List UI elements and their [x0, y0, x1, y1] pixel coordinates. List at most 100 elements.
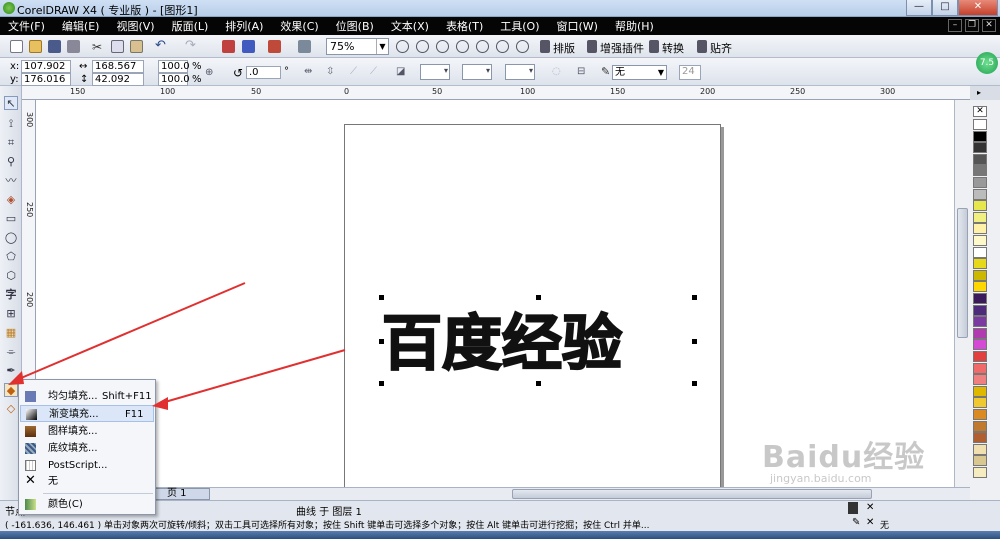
palette-swatch[interactable]: [973, 455, 987, 467]
menu-tools[interactable]: 工具(O): [500, 18, 539, 34]
paste-icon[interactable]: [130, 40, 143, 53]
convert-plugin-icon[interactable]: [649, 40, 659, 53]
menu-layout[interactable]: 版面(L): [172, 18, 209, 34]
drawing-canvas[interactable]: 百度经验: [36, 100, 954, 487]
selection-handle[interactable]: [379, 295, 384, 300]
crop-tool-icon[interactable]: ⌗: [4, 136, 18, 150]
doc-minimize-button[interactable]: –: [948, 19, 962, 32]
plugin-convert-label[interactable]: 转换: [662, 40, 684, 56]
selection-handle[interactable]: [379, 339, 384, 344]
menu-edit[interactable]: 编辑(E): [62, 18, 100, 34]
cut-icon[interactable]: ✂: [92, 40, 105, 54]
menu-window[interactable]: 窗口(W): [557, 18, 598, 34]
welcome-screen-icon[interactable]: [298, 40, 311, 53]
menu-view[interactable]: 视图(V): [116, 18, 154, 34]
artwork-text[interactable]: 百度经验: [381, 295, 623, 382]
outline-tool-icon[interactable]: ✒: [4, 364, 18, 378]
save-icon[interactable]: [48, 40, 61, 53]
palette-swatch[interactable]: [973, 119, 987, 130]
palette-swatch[interactable]: [973, 177, 987, 188]
no-color-swatch[interactable]: ✕: [973, 106, 987, 117]
menu-effects[interactable]: 效果(C): [280, 18, 318, 34]
print-icon[interactable]: [67, 40, 80, 53]
undo-icon[interactable]: ↶: [155, 38, 168, 53]
palette-swatch[interactable]: [973, 211, 987, 223]
height-field[interactable]: 42.092 mm: [92, 73, 144, 96]
enhance-plugin-icon[interactable]: [587, 40, 597, 53]
snap-plugin-icon[interactable]: [697, 40, 707, 53]
application-launcher-icon[interactable]: [268, 40, 281, 53]
palette-swatch[interactable]: [973, 327, 987, 339]
palette-swatch[interactable]: [973, 165, 987, 177]
mirror-vertical-icon[interactable]: ⇳: [326, 66, 334, 77]
palette-swatch[interactable]: [973, 235, 987, 246]
menu-item-postscript-fill[interactable]: PostScript...: [20, 457, 154, 474]
node-line-icon[interactable]: ⟋: [350, 66, 357, 77]
horizontal-scrollbar-thumb[interactable]: [512, 489, 872, 499]
palette-swatch[interactable]: [973, 443, 987, 455]
palette-swatch[interactable]: [973, 304, 987, 316]
rotation-field[interactable]: .0: [246, 66, 281, 79]
zoom-width-icon[interactable]: [496, 40, 509, 53]
table-tool-icon[interactable]: ⊞: [4, 307, 18, 321]
menu-file[interactable]: 文件(F): [8, 18, 45, 34]
palette-swatch[interactable]: [973, 153, 987, 165]
palette-swatch[interactable]: [973, 409, 987, 420]
blend-tool-icon[interactable]: ▦: [4, 326, 18, 340]
palette-swatch[interactable]: [973, 420, 987, 432]
menu-arrange[interactable]: 排列(A): [225, 18, 263, 34]
doc-restore-button[interactable]: ❐: [965, 19, 979, 32]
pick-tool-icon[interactable]: ↖: [4, 96, 18, 110]
doc-close-button[interactable]: ✕: [982, 19, 996, 32]
selection-handle[interactable]: [692, 381, 697, 386]
lock-ratio-icon[interactable]: ⊕: [205, 67, 213, 78]
maximize-button[interactable]: □: [932, 0, 958, 16]
menu-item-no-fill[interactable]: ✕ 无: [20, 473, 154, 490]
layout-plugin-icon[interactable]: [540, 40, 550, 53]
zoom-page-icon[interactable]: [476, 40, 489, 53]
x-position-field[interactable]: 107.902 mm: [21, 60, 71, 83]
selection-handle[interactable]: [536, 381, 541, 386]
font-size-field[interactable]: 24: [679, 65, 701, 80]
selection-handle[interactable]: [692, 295, 697, 300]
close-curve-icon[interactable]: ◌: [552, 66, 561, 77]
fill-tool-icon[interactable]: ◆: [4, 383, 18, 397]
help-hint-icon[interactable]: 7.5: [976, 52, 998, 74]
outline-style-select[interactable]: [462, 64, 492, 80]
plugin-enhance-label[interactable]: 增强插件: [600, 40, 644, 56]
copy-icon[interactable]: [111, 40, 124, 53]
selection-handle[interactable]: [692, 339, 697, 344]
palette-swatch[interactable]: [973, 188, 987, 200]
palette-swatch[interactable]: [973, 293, 987, 304]
menu-item-uniform-fill[interactable]: 均匀填充... Shift+F11: [20, 388, 154, 405]
basic-shapes-tool-icon[interactable]: ⬡: [4, 269, 18, 283]
zoom-selected-icon[interactable]: [436, 40, 449, 53]
palette-swatch[interactable]: [973, 385, 987, 397]
page-tab[interactable]: 页 1: [152, 488, 210, 500]
zoom-all-icon[interactable]: [456, 40, 469, 53]
y-position-field[interactable]: 176.016 mm: [21, 73, 71, 96]
shape-tool-icon[interactable]: ⟟: [4, 117, 18, 131]
palette-swatch[interactable]: [973, 432, 987, 444]
zoom-level-select[interactable]: 75% ▼: [326, 38, 389, 55]
palette-swatch[interactable]: [973, 223, 987, 235]
menu-item-color-docker[interactable]: 颜色(C): [20, 496, 154, 513]
rectangle-tool-icon[interactable]: ▭: [4, 212, 18, 226]
import-icon[interactable]: [222, 40, 235, 53]
menu-help[interactable]: 帮助(H): [615, 18, 654, 34]
smart-fill-tool-icon[interactable]: ◈: [4, 193, 18, 207]
horizontal-ruler[interactable]: 150 100 50 0 50 100 150 200 250 300: [22, 86, 970, 100]
zoom-height-icon[interactable]: [516, 40, 529, 53]
node-curve-icon[interactable]: ⟋: [370, 66, 377, 77]
palette-swatch[interactable]: [973, 362, 987, 374]
outline-swatch-icon[interactable]: ✕: [866, 502, 874, 513]
menu-table[interactable]: 表格(T): [446, 18, 483, 34]
menu-item-gradient-fill[interactable]: 渐变填充... F11: [20, 405, 154, 422]
palette-swatch[interactable]: [973, 130, 987, 142]
palette-swatch[interactable]: [973, 200, 987, 212]
text-tool-icon[interactable]: 字: [4, 288, 18, 302]
menu-item-pattern-fill[interactable]: 图样填充...: [20, 423, 154, 440]
zoom-tool-icon[interactable]: ⚲: [4, 155, 18, 169]
menu-bitmaps[interactable]: 位图(B): [336, 18, 374, 34]
new-document-icon[interactable]: [10, 40, 23, 53]
